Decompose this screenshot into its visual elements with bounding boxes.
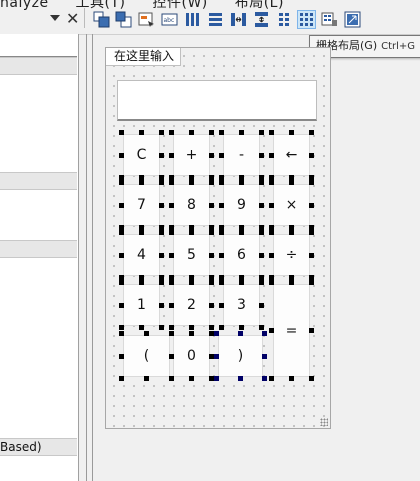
button-divide[interactable]: ÷ — [273, 234, 310, 276]
toolbar-separator — [84, 8, 85, 28]
panel-header[interactable] — [0, 57, 77, 75]
layout-vertical-icon[interactable] — [207, 11, 224, 28]
button-two[interactable]: 2 — [173, 284, 210, 326]
panel-row[interactable]: Based) — [0, 438, 77, 456]
button-three[interactable]: 3 — [223, 284, 260, 326]
button-five[interactable]: 5 — [173, 234, 210, 276]
layout-hsplitter-icon[interactable] — [230, 11, 247, 28]
adjust-size-icon[interactable] — [344, 11, 361, 28]
break-layout-icon[interactable] — [321, 11, 338, 28]
panel-header[interactable] — [0, 172, 77, 190]
button-nine[interactable]: 9 — [223, 184, 260, 226]
toolbar-area: nalyze 工具(T) 控件(W) 布局(L) ✕ abc — [0, 0, 420, 35]
button-eight[interactable]: 8 — [173, 184, 210, 226]
grid-layout-icon[interactable] — [297, 10, 316, 29]
button-seven[interactable]: 7 — [123, 184, 160, 226]
button-open-paren[interactable]: ( — [123, 335, 170, 377]
size-grip-icon[interactable] — [320, 418, 328, 426]
send-back-icon[interactable] — [115, 11, 132, 28]
display-field[interactable] — [117, 80, 317, 121]
close-icon[interactable]: ✕ — [66, 11, 79, 27]
designer-form[interactable]: 在这里输入 C + - ← 7 8 9 × 4 5 6 ÷ 1 2 3 = ( … — [105, 47, 331, 429]
left-panel: Based) — [0, 34, 79, 481]
splitter[interactable] — [86, 34, 87, 481]
tab-order-icon[interactable] — [138, 11, 155, 28]
menu-widgets[interactable]: 控件(W) — [152, 0, 207, 11]
button-six[interactable]: 6 — [223, 234, 260, 276]
tooltip-shortcut: Ctrl+G — [381, 41, 416, 52]
button-backspace[interactable]: ← — [273, 134, 310, 176]
splitter[interactable] — [92, 34, 93, 481]
chevron-down-icon[interactable] — [50, 15, 60, 21]
panel-header[interactable] — [0, 240, 77, 258]
layout-horizontal-icon[interactable] — [184, 11, 201, 28]
button-one[interactable]: 1 — [123, 284, 160, 326]
button-zero[interactable]: 0 — [173, 335, 210, 377]
svg-text:abc: abc — [164, 17, 175, 24]
button-plus[interactable]: + — [173, 134, 210, 176]
edit-buddies-icon[interactable]: abc — [161, 11, 178, 28]
bring-front-icon[interactable] — [93, 11, 110, 28]
button-close-paren[interactable]: ) — [218, 335, 263, 377]
layout-vsplitter-icon[interactable] — [253, 11, 270, 28]
button-equals[interactable]: = — [273, 284, 310, 377]
menu-layout[interactable]: 布局(L) — [235, 0, 284, 11]
form-layout-icon[interactable] — [276, 11, 293, 28]
button-clear[interactable]: C — [123, 134, 160, 176]
menu-analyze[interactable]: nalyze — [0, 0, 49, 11]
form-menu-placeholder[interactable]: 在这里输入 — [106, 48, 182, 66]
button-minus[interactable]: - — [223, 134, 260, 176]
button-multiply[interactable]: × — [273, 184, 310, 226]
button-four[interactable]: 4 — [123, 234, 160, 276]
